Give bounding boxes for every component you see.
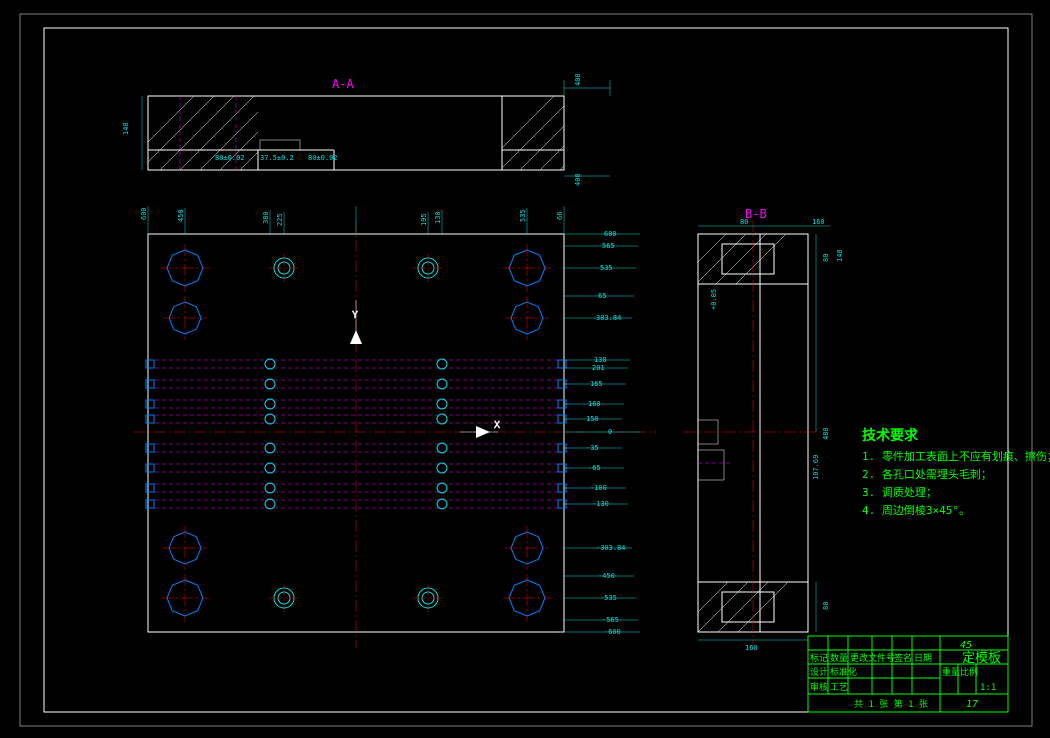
svg-text:408: 408 [574, 173, 582, 186]
dim-right-text: 600 565 535 65 303.84 130 201 165 160 15… [586, 230, 626, 636]
svg-text:设计: 设计 [810, 666, 828, 678]
svg-text:600: 600 [140, 207, 148, 220]
svg-text:565: 565 [602, 242, 615, 250]
svg-text:303.84: 303.84 [596, 314, 621, 322]
svg-text:488: 488 [822, 427, 830, 440]
svg-text:130: 130 [594, 356, 607, 364]
svg-text:更改文件号: 更改文件号 [850, 652, 895, 664]
svg-text:技术要求: 技术要求 [862, 427, 919, 444]
svg-text:107.69: 107.69 [812, 455, 820, 480]
svg-text:66: 66 [556, 212, 564, 220]
svg-text:重量: 重量 [942, 666, 960, 678]
frame-outer [20, 14, 1032, 726]
svg-text:定模板: 定模板 [962, 651, 1001, 666]
svg-text:-303.84: -303.84 [596, 544, 626, 552]
svg-text:17: 17 [966, 699, 978, 710]
svg-text:-65: -65 [588, 464, 601, 472]
svg-text:X: X [494, 420, 500, 431]
svg-text:130: 130 [434, 211, 442, 224]
svg-text:225: 225 [276, 213, 284, 226]
plan-view: Y X 600 565 535 65 303.84 130 201 165 [134, 206, 656, 648]
svg-text:450: 450 [177, 209, 185, 222]
section-aa-label: A-A [332, 77, 354, 91]
svg-text:0: 0 [608, 428, 612, 436]
section-arrows: Y X [350, 300, 500, 438]
dim-top-text: 600 450 380 225 195 130 535 66 [140, 207, 564, 226]
svg-text:80: 80 [740, 218, 748, 226]
svg-text:148: 148 [122, 122, 130, 135]
svg-text:45: 45 [960, 640, 972, 651]
svg-text:+0.05: +0.05 [710, 289, 718, 310]
svg-text:165: 165 [590, 380, 603, 388]
title-block: 标记 数量 更改文件号 签名 日期 设计 标准化 审核 工艺 重量 比例 45 … [808, 636, 1008, 712]
svg-text:160: 160 [812, 218, 825, 226]
svg-text:-35: -35 [586, 444, 599, 452]
svg-text:535: 535 [600, 264, 613, 272]
svg-text:-450: -450 [598, 572, 615, 580]
svg-text:Y: Y [352, 310, 358, 321]
svg-text:数量: 数量 [830, 652, 848, 664]
svg-text:148: 148 [836, 249, 844, 262]
svg-text:-100: -100 [590, 484, 607, 492]
svg-text:600: 600 [604, 230, 617, 238]
svg-text:195: 195 [420, 213, 428, 226]
svg-text:201: 201 [592, 364, 605, 372]
svg-text:4. 周边倒棱3×45°。: 4. 周边倒棱3×45°。 [862, 504, 970, 517]
svg-text:比例: 比例 [960, 666, 978, 678]
svg-text:160: 160 [588, 400, 601, 408]
svg-text:37.5±0.2: 37.5±0.2 [260, 154, 294, 162]
svg-text:审核: 审核 [810, 681, 828, 693]
svg-text:80±0.02: 80±0.02 [215, 154, 245, 162]
svg-text:65: 65 [598, 292, 606, 300]
svg-text:-600: -600 [604, 628, 621, 636]
svg-text:-130: -130 [592, 500, 609, 508]
svg-text:535: 535 [519, 209, 527, 222]
svg-text:1. 零件加工表面上不应有划痕、擦伤；: 1. 零件加工表面上不应有划痕、擦伤； [862, 449, 1050, 463]
svg-text:日期: 日期 [914, 653, 932, 664]
svg-text:签名: 签名 [894, 652, 912, 664]
svg-text:80: 80 [822, 602, 830, 610]
svg-text:150: 150 [586, 415, 599, 423]
svg-text:共 1 张 第 1 张: 共 1 张 第 1 张 [854, 698, 928, 710]
technical-requirements: 技术要求 1. 零件加工表面上不应有划痕、擦伤； 2. 各孔口处需埋头毛刺； 3… [862, 427, 1050, 517]
frame-inner [44, 28, 1008, 712]
svg-text:80: 80 [822, 254, 830, 262]
svg-text:工艺: 工艺 [830, 682, 848, 693]
svg-text:80±0.02: 80±0.02 [308, 154, 338, 162]
svg-text:标记: 标记 [810, 652, 828, 664]
svg-text:标准化: 标准化 [830, 666, 857, 678]
svg-text:-565: -565 [602, 616, 619, 624]
svg-text:-535: -535 [600, 594, 617, 602]
svg-text:1:1: 1:1 [980, 683, 996, 693]
section-aa-view: 408 408 148 80±0.02 37.5±0.2 80±0.02 [120, 20, 640, 230]
svg-text:380: 380 [262, 211, 270, 224]
svg-text:3. 调质处理；: 3. 调质处理； [862, 486, 937, 499]
svg-text:2. 各孔口处需埋头毛刺；: 2. 各孔口处需埋头毛刺； [862, 467, 992, 481]
svg-text:160: 160 [745, 644, 758, 652]
ext-top [148, 206, 564, 234]
svg-text:408: 408 [574, 73, 582, 86]
cad-drawing: A-A 408 [0, 0, 1050, 738]
